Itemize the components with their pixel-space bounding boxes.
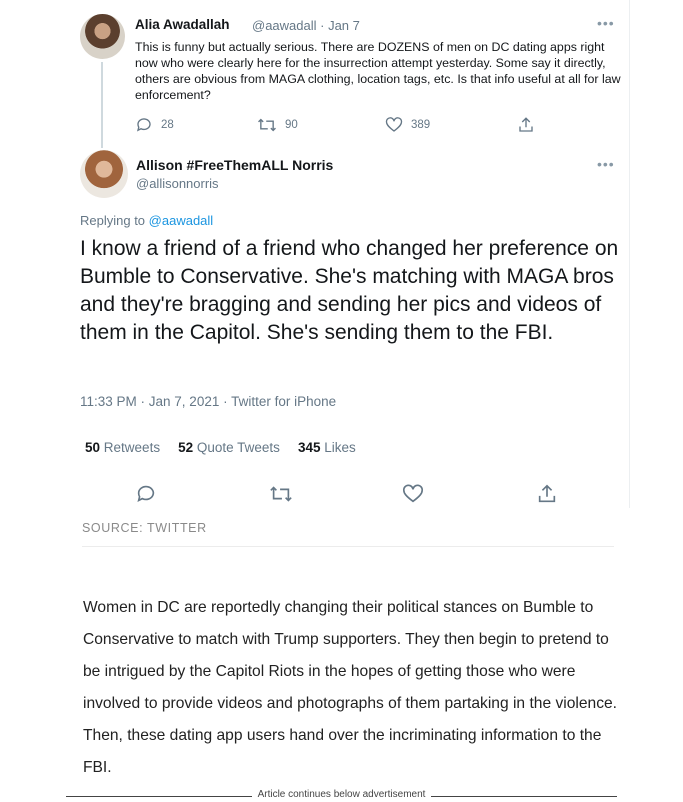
tweet-text: This is funny but actually serious. Ther…	[135, 40, 621, 102]
image-source-caption: SOURCE: TWITTER	[82, 521, 207, 535]
likes-stat[interactable]: 345 Likes	[298, 440, 356, 455]
tweet-timestamp[interactable]: 11:33 PM · Jan 7, 2021 · Twitter for iPh…	[80, 394, 336, 409]
retweets-label: Retweets	[103, 440, 161, 455]
like-icon[interactable]	[402, 483, 424, 505]
share-icon	[519, 117, 533, 132]
more-icon[interactable]: •••	[597, 16, 614, 30]
share-icon[interactable]	[536, 483, 558, 505]
author-handle[interactable]: @allisonnorris	[136, 176, 219, 191]
author-name[interactable]: Allison #FreeThemALL Norris	[136, 157, 333, 173]
divider	[82, 546, 614, 547]
reply-icon[interactable]	[135, 483, 157, 505]
reply-button[interactable]: 28	[135, 116, 174, 134]
replying-to: Replying to @aawadall	[80, 213, 213, 228]
retweets-stat[interactable]: 50 Retweets	[85, 440, 160, 455]
retweet-icon	[258, 118, 276, 132]
retweets-count: 50	[85, 440, 101, 455]
avatar[interactable]	[80, 150, 128, 198]
tweet-text: I know a friend of a friend who changed …	[80, 237, 619, 344]
article-paragraph: Women in DC are reportedly changing thei…	[83, 599, 617, 776]
quote-tweets-label: Quote Tweets	[196, 440, 280, 455]
mention-link[interactable]: @aawadall	[149, 213, 214, 228]
quote-tweets-count: 52	[178, 440, 194, 455]
retweet-button[interactable]: 90	[257, 116, 298, 134]
retweet-count: 90	[285, 119, 298, 131]
quote-tweets-stat[interactable]: 52 Quote Tweets	[178, 440, 280, 455]
share-button[interactable]	[517, 116, 535, 134]
retweet-icon[interactable]	[269, 483, 293, 505]
replying-label: Replying to	[80, 213, 146, 228]
tweet-actions	[66, 483, 629, 507]
thread-line	[101, 62, 103, 148]
embedded-tweet: Alia Awadallah @aawadall · Jan 7 ••• Thi…	[66, 0, 630, 508]
like-icon	[385, 117, 403, 132]
reply-icon	[136, 118, 151, 132]
advertisement-label: Article continues below advertisement	[0, 789, 683, 800]
author-handle-date[interactable]: @aawadall · Jan 7	[252, 18, 360, 33]
likes-label: Likes	[324, 440, 356, 455]
reply-count: 28	[161, 119, 174, 131]
more-icon[interactable]: •••	[597, 157, 614, 171]
tweet-stats: 50 Retweets 52 Quote Tweets 345 Likes	[85, 440, 356, 455]
like-count: 389	[411, 119, 431, 131]
author-name[interactable]: Alia Awadallah	[135, 17, 230, 32]
advertisement-label-text: Article continues below advertisement	[251, 789, 432, 800]
avatar[interactable]	[80, 14, 125, 59]
like-button[interactable]: 389	[385, 116, 430, 134]
likes-count: 345	[297, 440, 321, 455]
